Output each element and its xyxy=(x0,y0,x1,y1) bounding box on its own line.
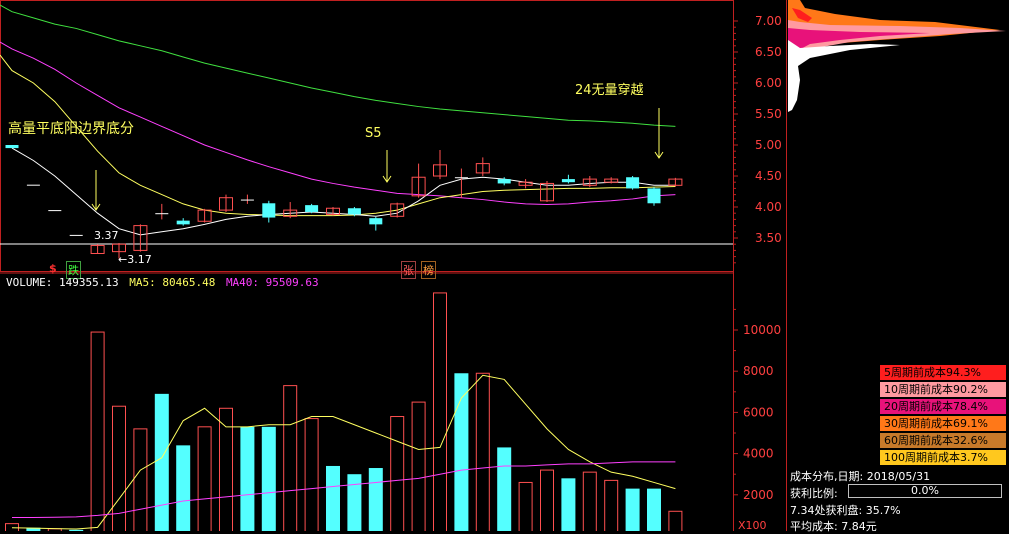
volume-bar-up xyxy=(197,426,212,531)
candle-body-down xyxy=(26,184,40,186)
volume-bar-up xyxy=(604,479,619,531)
cost-dist-date-row: 成本分布,日期: 2018/05/31 xyxy=(790,468,930,484)
low-label-317: ←3.17 xyxy=(118,253,152,266)
volume-bar-up xyxy=(433,292,447,531)
ma-white-line xyxy=(11,147,676,236)
volume-bar-down xyxy=(454,373,469,531)
ma-green-line xyxy=(0,4,676,127)
volume-header: VOLUME: 149355.13 MA5: 80465.48 MA40: 95… xyxy=(6,276,319,289)
volume-bar-down xyxy=(368,468,383,531)
marker-bang: 榜 xyxy=(421,261,436,279)
price-axis: 7.00 6.50 6.00 5.50 5.00 4.50 4.00 3.50 xyxy=(733,14,782,264)
volume-unit-label: X100 xyxy=(738,519,767,532)
profit-ratio-value: 0.0% xyxy=(911,484,939,497)
volume-bar-up xyxy=(5,523,19,531)
marker-zhang: 张 xyxy=(401,261,416,279)
volume-axis: 10000 8000 6000 4000 2000 xyxy=(733,308,781,502)
candle-body-down xyxy=(369,218,383,225)
candle-body-down xyxy=(454,177,468,179)
volume-ma-lines xyxy=(11,374,676,530)
volume-ma5: MA5: 80465.48 xyxy=(129,276,216,289)
volume-bar-up xyxy=(668,510,683,531)
candle-body-down xyxy=(155,213,169,215)
price-tick-label: 6.00 xyxy=(755,76,782,90)
price-tick-label: 5.50 xyxy=(755,107,782,121)
candle-body-down xyxy=(176,220,190,225)
profit-ratio-bar: 0.0% xyxy=(848,484,1002,498)
volume-bar-up xyxy=(582,471,597,531)
volume-bar-up xyxy=(518,481,533,531)
price-tick-label: 4.50 xyxy=(755,169,782,183)
cost-distribution-profile xyxy=(788,0,1006,112)
volume-bar-down xyxy=(497,447,512,531)
volume-bar-down xyxy=(347,474,362,531)
volume-bar-down xyxy=(561,478,576,531)
cost-legend-item: 30周期前成本69.1% xyxy=(880,416,1006,431)
volume-bar-down xyxy=(625,488,640,531)
price-tick-label: 3.50 xyxy=(755,231,782,245)
volume-value: VOLUME: 149355.13 xyxy=(6,276,119,289)
price-tick-label: 5.00 xyxy=(755,138,782,152)
volume-bar-up xyxy=(475,372,490,531)
price-tick-label: 6.50 xyxy=(755,45,782,59)
cost-dist-date: 2018/05/31 xyxy=(866,470,931,483)
candle-body-down xyxy=(240,199,254,201)
low-label-337: 3.37 xyxy=(94,229,119,242)
volume-bar-down xyxy=(261,426,276,531)
annotation-bottom-pattern: 高量平底阳边界底分 xyxy=(8,121,134,137)
volume-bar-up xyxy=(540,469,554,531)
volume-bar-down xyxy=(240,426,255,531)
candle-body-down xyxy=(497,179,511,184)
volume-bar-up xyxy=(283,385,298,531)
candle-body-down xyxy=(69,234,83,236)
volume-bar-up xyxy=(133,428,148,531)
volume-bar-down xyxy=(326,465,340,531)
candle-body-down xyxy=(5,145,19,149)
candle-body-down xyxy=(48,210,62,212)
volume-ma40: MA40: 95509.63 xyxy=(225,276,319,289)
volume-bar-up xyxy=(390,416,405,531)
volume-tick-label: 10000 xyxy=(743,323,781,337)
volume-bar-down xyxy=(176,445,191,531)
candle-body-down xyxy=(305,205,319,212)
candle-body-down xyxy=(262,203,276,218)
volume-tick-label: 6000 xyxy=(743,405,774,419)
cost-dist-label: 成本分布,日期: xyxy=(790,470,864,483)
cost-legend-item: 100周期前成本3.7% xyxy=(880,450,1006,465)
profit-ratio-label: 获利比例: xyxy=(790,487,838,500)
cost-legend-item: 10周期前成本90.2% xyxy=(880,382,1006,397)
annotation-s5: S5 xyxy=(365,126,382,141)
price-tick-label: 4.00 xyxy=(755,200,782,214)
cost-profile-white xyxy=(788,40,900,112)
profit-at-price: 7.34处获利盘: 35.7% xyxy=(790,504,901,517)
cost-legend-item: 20周期前成本78.4% xyxy=(880,399,1006,414)
cost-legend-item: 60周期前成本32.6% xyxy=(880,433,1006,448)
marker-dollar: $ xyxy=(49,262,57,275)
candle-body-down xyxy=(626,177,640,189)
volume-ma5-line xyxy=(11,374,676,530)
volume-bars xyxy=(5,292,683,531)
price-tick-label: 7.00 xyxy=(755,14,782,28)
volume-bar-up xyxy=(304,418,319,531)
volume-bar-down xyxy=(154,393,169,531)
average-cost: 平均成本: 7.84元 xyxy=(790,520,877,533)
volume-tick-label: 4000 xyxy=(743,447,774,461)
volume-tick-label: 2000 xyxy=(743,488,774,502)
volume-bar-down xyxy=(647,488,661,531)
candle-body-down xyxy=(647,188,661,204)
cost-legend-item: 5周期前成本94.3% xyxy=(880,365,1006,380)
volume-bar-up xyxy=(90,331,105,531)
volume-bar-up xyxy=(411,401,426,531)
volume-tick-label: 8000 xyxy=(743,364,774,378)
annotation-no-volume-cross: 24无量穿越 xyxy=(575,83,644,98)
candle-body-down xyxy=(561,179,575,183)
candle-body-down xyxy=(347,208,361,215)
annotation-arrows xyxy=(91,108,664,211)
